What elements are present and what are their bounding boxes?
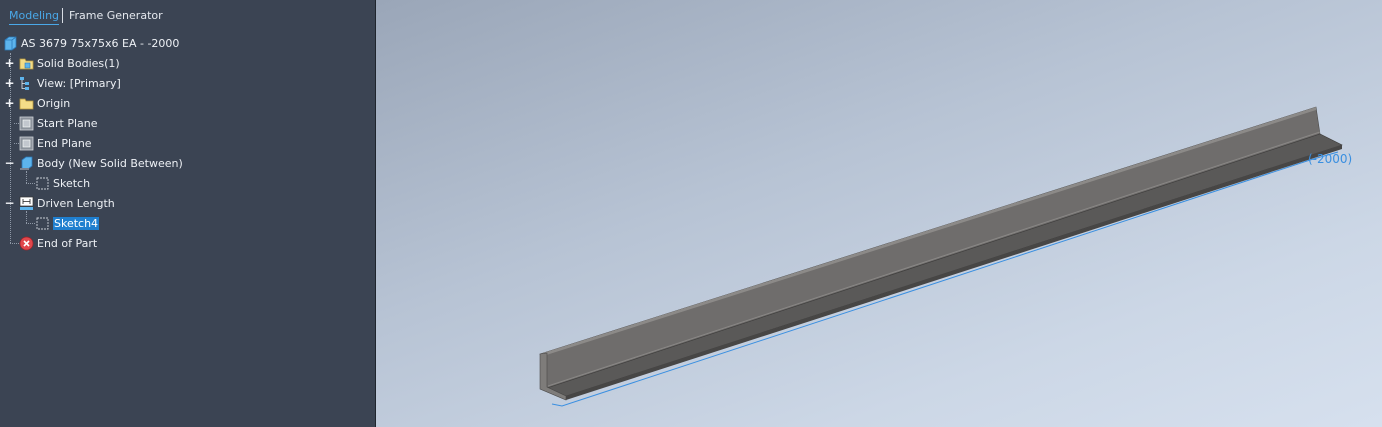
collapse-minus-icon[interactable]: − [4,157,14,169]
tree-item-body[interactable]: Body (New Solid Between) [19,153,183,173]
angle-flange-face [546,133,1343,397]
tree-item-label: Solid Bodies(1) [37,56,120,70]
tree-item-sketch4[interactable]: Sketch4 [35,213,100,233]
view-rep-icon [19,76,34,91]
graphics-viewport[interactable]: (-2000) [376,0,1382,427]
model-browser-panel: Modeling Frame Generator AS 3679 75x75x6… [0,0,376,427]
length-dimension-line[interactable] [551,159,1311,407]
tree-item-sketch[interactable]: Sketch [35,173,90,193]
expand-plus-icon[interactable]: + [4,77,14,89]
tree-item-label: Start Plane [37,116,98,130]
tree-item-start-plane[interactable]: Start Plane [19,113,98,133]
folder-body-icon [19,56,34,71]
tree-item-label: Sketch [53,176,91,190]
tree-item-label: End of Part [37,236,98,250]
tree-item-view[interactable]: View: [Primary] [19,73,121,93]
tree-root[interactable]: AS 3679 75x75x6 EA - -2000 [3,33,179,53]
tree-connector [26,223,35,224]
tab-frame-generator[interactable]: Frame Generator [69,9,163,22]
tree-item-solid-bodies[interactable]: Solid Bodies(1) [19,53,120,73]
tree-item-driven-length[interactable]: Driven Length [19,193,115,213]
tab-modeling[interactable]: Modeling [9,9,60,25]
work-plane-icon [19,116,34,131]
angle-flange-edge [566,145,1342,400]
browser-tabs: Modeling Frame Generator [0,0,375,31]
tree-item-label: Origin [37,96,71,110]
tree-item-label: End Plane [37,136,92,150]
extrude-body-icon [19,156,34,171]
folder-icon [19,96,34,111]
sketch-icon [35,216,50,231]
sketch-icon [35,176,50,191]
tree-item-end-plane[interactable]: End Plane [19,133,92,153]
tree-item-label: Body (New Solid Between) [37,156,183,170]
tree-item-end-of-part[interactable]: End of Part [19,233,97,253]
angle-vertical-face [539,106,1321,389]
tree-connector [10,243,19,244]
collapse-minus-icon[interactable]: − [4,197,14,209]
tree-item-origin[interactable]: Origin [19,93,70,113]
work-plane-icon [19,136,34,151]
expand-plus-icon[interactable]: + [4,97,14,109]
tree-item-label: View: [Primary] [37,76,121,90]
length-dimension-value[interactable]: (-2000) [1308,152,1352,166]
angle-model[interactable] [376,0,1382,427]
part-icon [3,36,18,51]
tree-connector [26,183,35,184]
angle-fillet-edge [547,131,1321,387]
expand-plus-icon[interactable]: + [4,57,14,69]
tab-separator [62,8,63,23]
driven-dimension-icon [19,196,34,211]
tree-item-label: Driven Length [37,196,115,210]
end-of-part-icon [19,236,34,251]
tree-item-label-selected: Sketch4 [53,216,100,230]
tree-root-label: AS 3679 75x75x6 EA - -2000 [21,36,180,50]
angle-top-edge [540,107,1316,357]
